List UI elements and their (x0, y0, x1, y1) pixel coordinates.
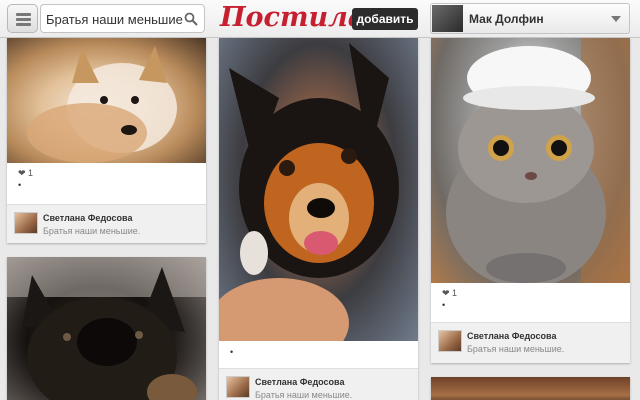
user-menu[interactable]: Мак Долфин (430, 3, 630, 34)
pin-card[interactable]: • Светлана Федосова Братья наши меньшие. (219, 38, 418, 400)
avatar[interactable] (226, 376, 250, 398)
pin-card[interactable]: ❤ 1 • Светлана Федосова Братья наши мень… (7, 38, 206, 243)
puppy-illustration (27, 46, 177, 163)
comment-dot: • (442, 300, 446, 310)
author-name[interactable]: Светлана Федосова (255, 377, 344, 387)
menu-button[interactable] (7, 4, 38, 33)
search-icon[interactable] (184, 12, 198, 26)
menu-icon-bar (16, 18, 31, 21)
comment-dot: • (18, 180, 22, 190)
pin-card[interactable] (431, 377, 630, 400)
pin-attribution: Светлана Федосова Братья наши меньшие. (7, 204, 206, 243)
pin-image[interactable] (7, 38, 206, 163)
site-logo[interactable]: Постила (220, 1, 365, 35)
likes-count[interactable]: ❤ 1 (18, 168, 33, 179)
avatar (432, 5, 463, 32)
dog-illustration (219, 38, 418, 341)
board-name[interactable]: Братья наши меньшие. (255, 390, 352, 400)
pin-attribution: Светлана Федосова Братья наши меньшие. (219, 368, 418, 400)
add-button[interactable]: добавить (352, 8, 418, 30)
user-name: Мак Долфин (469, 12, 544, 26)
pin-image[interactable] (7, 257, 206, 400)
dog-illustration (7, 257, 206, 400)
search-input[interactable]: Братья наши меньшие (40, 4, 205, 33)
board-name[interactable]: Братья наши меньшие. (43, 226, 140, 236)
likes-count[interactable]: ❤ 1 (442, 288, 457, 299)
pin-attribution: Светлана Федосова Братья наши меньшие. (431, 322, 630, 363)
comment-dot: • (230, 347, 234, 357)
top-bar: Братья наши меньшие Постила добавить Мак… (0, 0, 640, 38)
avatar[interactable] (14, 212, 38, 234)
menu-icon (16, 13, 31, 16)
search-value: Братья наши меньшие (46, 12, 183, 27)
avatar[interactable] (438, 330, 462, 352)
author-name[interactable]: Светлана Федосова (467, 331, 556, 341)
pin-card[interactable] (7, 257, 206, 400)
pin-card[interactable]: ❤ 1 • Светлана Федосова Братья наши мень… (431, 38, 630, 363)
board-name[interactable]: Братья наши меньшие. (467, 344, 564, 354)
menu-icon-bar (16, 23, 31, 26)
chevron-down-icon (611, 16, 621, 22)
pin-image[interactable] (431, 377, 630, 400)
author-name[interactable]: Светлана Федосова (43, 213, 132, 223)
pin-image[interactable] (431, 38, 630, 283)
pin-image[interactable] (219, 38, 418, 341)
cat-illustration (446, 38, 630, 283)
